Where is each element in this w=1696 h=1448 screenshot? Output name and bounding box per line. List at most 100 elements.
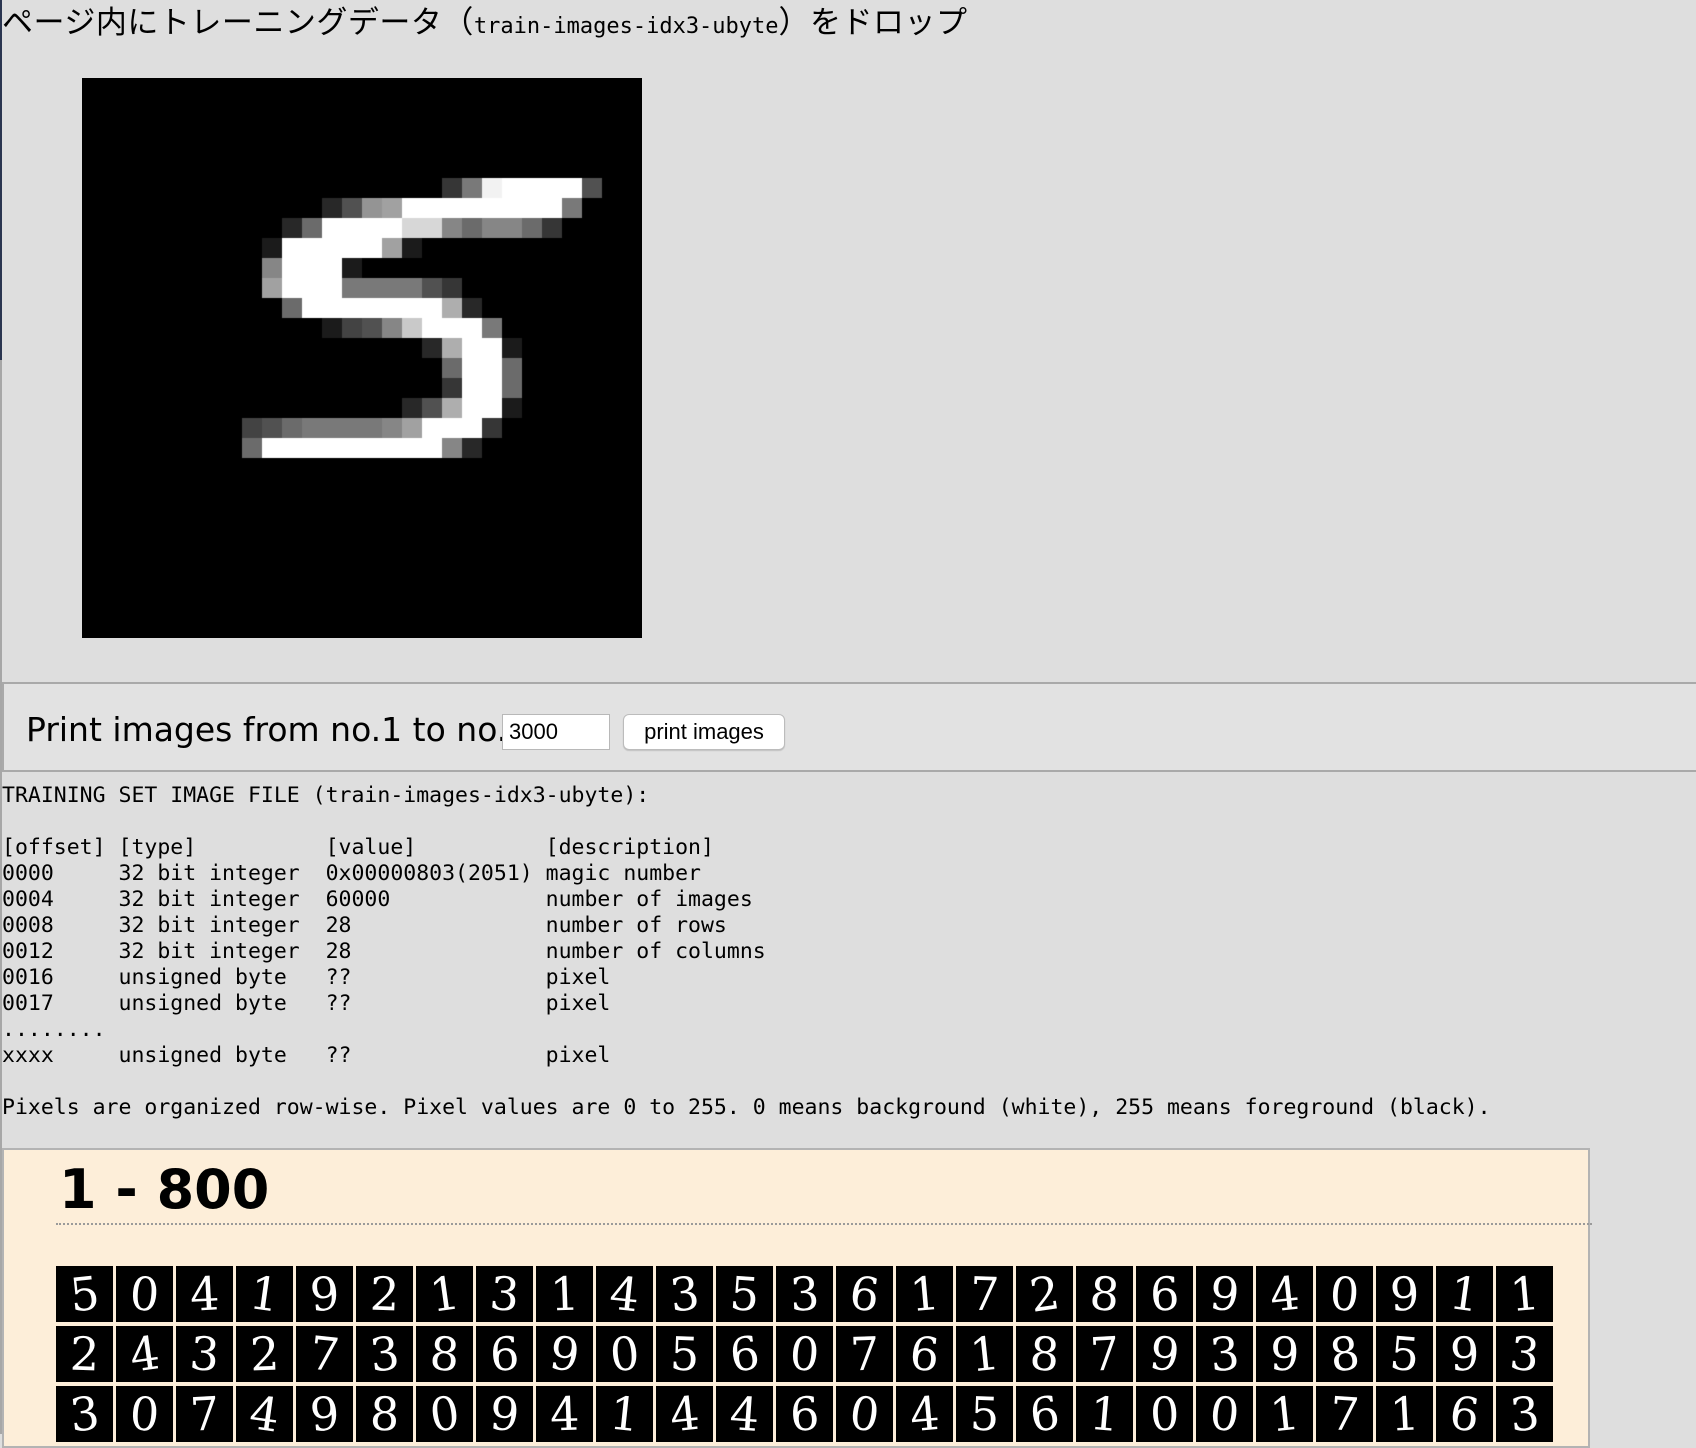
digit-label: 6	[907, 1326, 942, 1382]
digit-thumbnail: 6	[476, 1326, 533, 1382]
digit-label: 9	[1448, 1326, 1481, 1382]
digit-label: 3	[1507, 1326, 1542, 1382]
digit-thumbnail: 4	[116, 1326, 173, 1382]
digit-label: 1	[967, 1326, 1002, 1382]
digit-label: 8	[1326, 1326, 1363, 1382]
print-range-label: Print images from no.1 to no.	[26, 710, 508, 749]
digit-label: 5	[1387, 1326, 1422, 1382]
digit-thumbnail: 6	[836, 1266, 893, 1322]
file-info-row: 0004 32 bit integer 60000 number of imag…	[2, 887, 753, 912]
digit-label: 9	[1268, 1326, 1301, 1382]
digit-thumbnail: 1	[236, 1266, 293, 1322]
digit-thumbnail: 8	[1316, 1326, 1373, 1382]
digit-label: 7	[307, 1326, 342, 1382]
digit-label: 2	[1026, 1266, 1063, 1322]
digit-thumbnail-grid: 5041921314353617286940911243273869056076…	[56, 1266, 1556, 1446]
digit-label: 7	[848, 1326, 881, 1382]
digit-thumbnail: 2	[56, 1326, 113, 1382]
digit-label: 1	[548, 1266, 581, 1322]
digit-label: 9	[307, 1266, 342, 1322]
digit-thumbnail: 8	[416, 1326, 473, 1382]
digit-thumbnail: 9	[1436, 1326, 1493, 1382]
file-info-row: 0012 32 bit integer 28 number of columns	[2, 939, 766, 964]
digit-thumbnail: 1	[896, 1266, 953, 1322]
file-info-row: xxxx unsigned byte ?? pixel	[2, 1043, 611, 1068]
digit-thumbnail: 1	[1496, 1266, 1553, 1322]
digit-label: 5	[67, 1266, 102, 1322]
batch-range-title: 1 - 800	[59, 1158, 270, 1221]
digit-thumbnail: 5	[56, 1266, 113, 1322]
digit-label: 3	[187, 1326, 222, 1382]
digit-thumbnail: 0	[596, 1326, 653, 1382]
image-batch-panel: 1 - 800 50419213143536172869409112432738…	[2, 1148, 1592, 1448]
file-info-heading: TRAINING SET IMAGE FILE (train-images-id…	[2, 783, 650, 808]
digit-thumbnail: 5	[656, 1326, 713, 1382]
digit-label: 4	[126, 1326, 163, 1382]
print-images-button[interactable]: print images	[623, 714, 785, 750]
window-left-edge	[0, 0, 2, 360]
digit-thumbnail: 8	[1076, 1266, 1133, 1322]
digit-label: 3	[1207, 1326, 1242, 1382]
digit-thumbnail: 1	[1436, 1266, 1493, 1322]
digit-thumbnail: 4	[596, 1266, 653, 1322]
digit-label: 1	[1446, 1266, 1483, 1322]
digit-thumbnail: 3	[1496, 1326, 1553, 1382]
digit-label: 0	[607, 1326, 642, 1382]
digit-thumbnail: 6	[896, 1326, 953, 1382]
digit-thumbnail: 9	[1376, 1266, 1433, 1322]
digit-thumbnail: 3	[356, 1326, 413, 1382]
digit-label: 9	[1146, 1326, 1183, 1382]
digit-thumbnail: 2	[1016, 1266, 1073, 1322]
digit-label: 0	[1328, 1266, 1361, 1322]
digit-label: 1	[1507, 1266, 1542, 1322]
digit-label: 3	[367, 1326, 402, 1382]
digit-label: 9	[1207, 1266, 1242, 1322]
digit-thumbnail: 3	[476, 1266, 533, 1322]
digit-thumbnail: 9	[296, 1266, 353, 1322]
digit-thumbnail: 0	[116, 1266, 173, 1322]
digit-label: 3	[667, 1266, 702, 1322]
file-info-row: 0008 32 bit integer 28 number of rows	[2, 913, 727, 938]
file-info-columns: [offset] [type] [value] [description]	[2, 835, 714, 860]
digit-label: 2	[368, 1266, 401, 1322]
digit-label: 6	[1148, 1266, 1181, 1322]
preview-digit-image	[82, 78, 642, 638]
digit-label: 4	[1267, 1266, 1302, 1322]
digit-thumbnail: 1	[416, 1266, 473, 1322]
digit-thumbnail: 5	[716, 1266, 773, 1322]
digit-label: 5	[668, 1326, 701, 1382]
digit-thumbnail: 1	[956, 1326, 1013, 1382]
digit-label: 8	[1087, 1266, 1122, 1322]
digit-thumbnail: 7	[1076, 1326, 1133, 1382]
digit-label: 8	[428, 1326, 461, 1382]
file-info-row: 0017 unsigned byte ?? pixel	[2, 991, 611, 1016]
digit-thumbnail: 9	[1256, 1326, 1313, 1382]
digit-thumbnail: 2	[356, 1266, 413, 1322]
digit-thumbnail: 0	[776, 1326, 833, 1382]
digit-thumbnail: 1	[536, 1266, 593, 1322]
print-controls-panel: Print images from no.1 to no. print imag…	[2, 682, 1696, 772]
file-format-description: TRAINING SET IMAGE FILE (train-images-id…	[2, 783, 1491, 1121]
digit-label: 1	[907, 1266, 942, 1322]
digit-label: 7	[1088, 1326, 1121, 1382]
digit-label: 2	[248, 1326, 281, 1382]
digit-label: 2	[68, 1326, 101, 1382]
drop-instruction-filename: train-images-idx3-ubyte	[473, 14, 779, 39]
digit-thumbnail: 3	[1196, 1326, 1253, 1382]
digit-thumbnail: 8	[1016, 1326, 1073, 1382]
digit-label: 4	[607, 1266, 642, 1322]
file-info-row: 0000 32 bit integer 0x00000803(2051) mag…	[2, 861, 701, 886]
digit-label: 7	[968, 1266, 1001, 1322]
digit-label: 0	[128, 1266, 161, 1322]
digit-label: 8	[1028, 1326, 1061, 1382]
digit-thumbnail: 5	[1376, 1326, 1433, 1382]
batch-divider	[56, 1223, 1592, 1225]
digit-thumbnail: 4	[1256, 1266, 1313, 1322]
digit-label: 4	[188, 1266, 221, 1322]
digit-label: 5	[728, 1266, 761, 1322]
print-count-input[interactable]	[502, 714, 610, 750]
digit-thumbnail: 7	[296, 1326, 353, 1382]
digit-label: 6	[846, 1266, 883, 1322]
digit-label: 6	[726, 1326, 763, 1382]
digit-thumbnail: 3	[656, 1266, 713, 1322]
